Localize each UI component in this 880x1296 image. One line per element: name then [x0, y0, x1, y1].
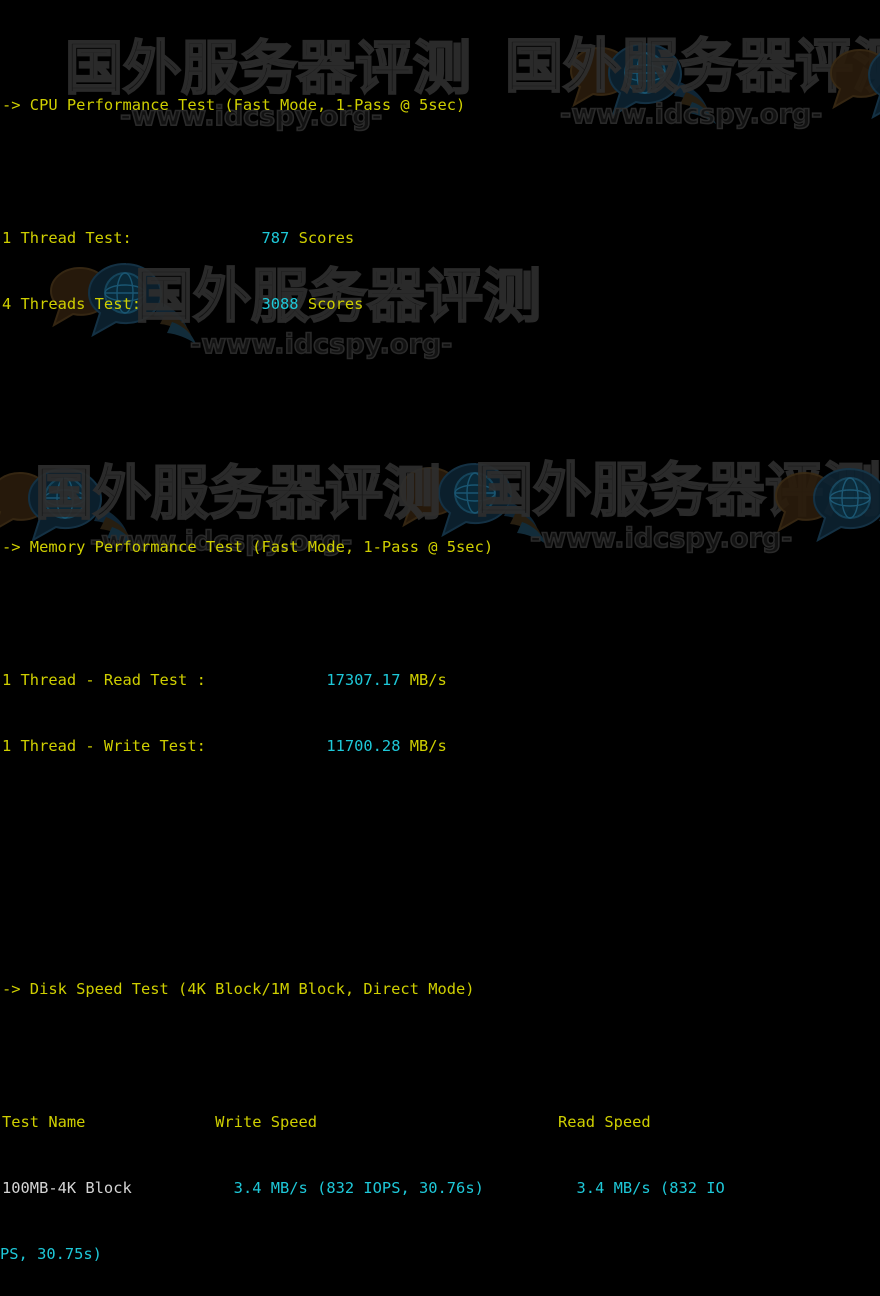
cpu-row-4threads-unit	[299, 295, 308, 313]
disk-row-4k-read-wrap: PS, 30.75s)	[0, 1245, 102, 1264]
pad	[206, 737, 326, 755]
cpu-row-4threads: 4 Threads Test: 3088 Scores	[0, 293, 880, 315]
cpu-section-header: -> CPU Performance Test (Fast Mode, 1-Pa…	[0, 94, 880, 116]
disk-row-4k-wrap: PS, 30.75s)	[0, 1243, 880, 1265]
disk-row-4k-write: 3.4 MB/s (832 IOPS, 30.76s)	[233, 1178, 484, 1197]
cpu-row-1thread-unit	[289, 229, 298, 247]
disk-section-header: -> Disk Speed Test (4K Block/1M Block, D…	[0, 978, 880, 1000]
memory-row-write: 1 Thread - Write Test: 11700.28 MB/s	[0, 735, 880, 757]
memory-row-read-value: 17307.17	[326, 670, 401, 689]
cpu-row-1thread-value: 787	[261, 228, 290, 247]
cpu-row-1thread: 1 Thread Test: 787 Scores	[0, 227, 880, 249]
cpu-header-text: -> CPU Performance Test (Fast Mode, 1-Pa…	[2, 96, 466, 115]
pad	[141, 295, 261, 313]
terminal-output: -> CPU Performance Test (Fast Mode, 1-Pa…	[0, 0, 880, 1263]
pad	[132, 1179, 234, 1197]
memory-row-write-value: 11700.28	[326, 737, 401, 756]
disk-header-text: -> Disk Speed Test (4K Block/1M Block, D…	[2, 980, 475, 999]
pad	[206, 671, 326, 689]
memory-row-read-unit: MB/s	[409, 670, 447, 689]
cpu-row-4threads-value: 3088	[261, 295, 299, 314]
disk-column-headers: Test Name Write Speed Read Speed	[0, 1111, 880, 1133]
cpu-row-1thread-unit-text: Scores	[298, 228, 355, 247]
cpu-row-4threads-label: 4 Threads Test:	[2, 295, 141, 314]
sp	[400, 737, 409, 755]
disk-col-read: Read Speed	[558, 1112, 651, 1131]
memory-row-read-label: 1 Thread - Read Test :	[2, 670, 206, 689]
disk-row-4k: 100MB-4K Block 3.4 MB/s (832 IOPS, 30.76…	[0, 1177, 880, 1199]
pad	[132, 229, 262, 247]
disk-row-4k-read: 3.4 MB/s (832 IO	[576, 1178, 725, 1197]
sp	[400, 671, 409, 689]
disk-col-testname: Test Name	[2, 1112, 86, 1131]
memory-row-write-label: 1 Thread - Write Test:	[2, 737, 206, 756]
disk-col-write: Write Speed	[215, 1112, 318, 1131]
cpu-row-4threads-unit-text: Scores	[307, 295, 364, 314]
memory-header-text: -> Memory Performance Test (Fast Mode, 1…	[2, 538, 494, 557]
pad	[317, 1113, 558, 1131]
cpu-row-1thread-label: 1 Thread Test:	[2, 228, 132, 247]
pad	[484, 1179, 577, 1197]
memory-row-read: 1 Thread - Read Test : 17307.17 MB/s	[0, 669, 880, 691]
pad	[85, 1113, 215, 1131]
memory-row-write-unit: MB/s	[409, 737, 447, 756]
memory-section-header: -> Memory Performance Test (Fast Mode, 1…	[0, 536, 880, 558]
disk-row-4k-name: 100MB-4K Block	[2, 1178, 132, 1197]
